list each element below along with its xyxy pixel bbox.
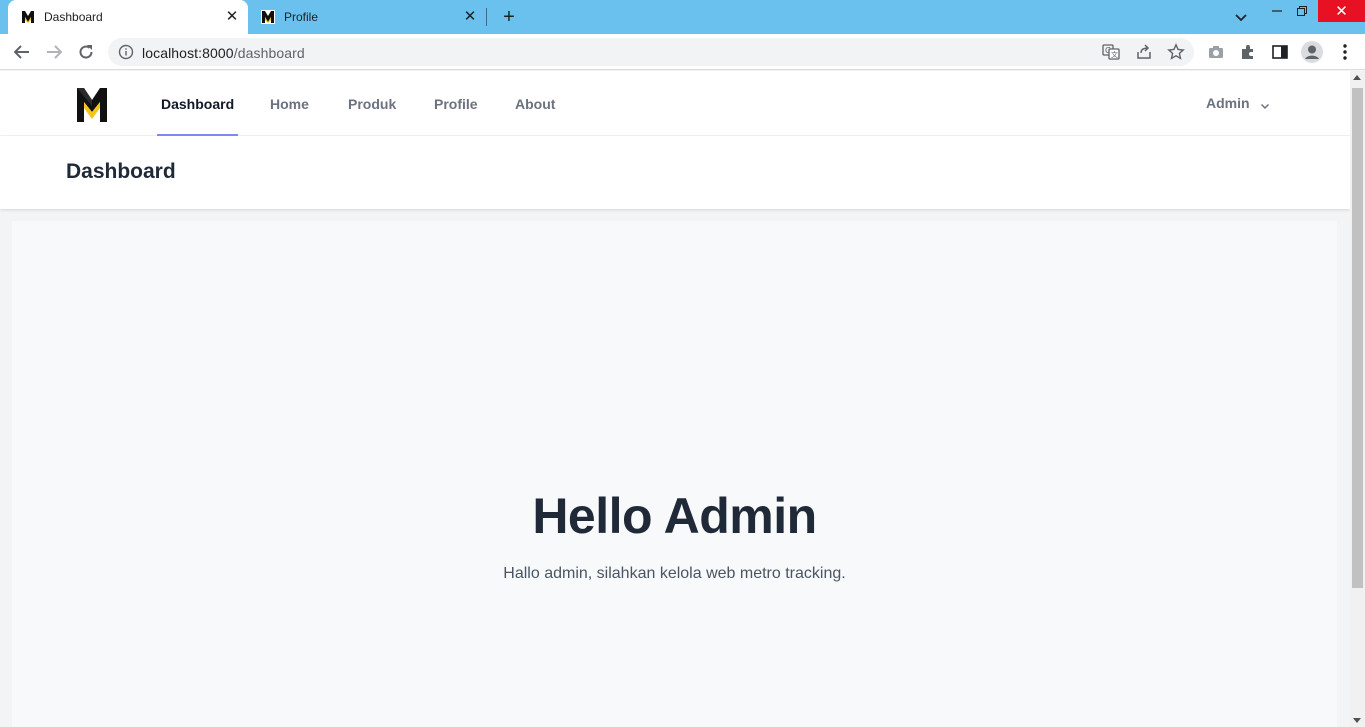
tab-profile[interactable]: Profile ✕	[248, 0, 486, 34]
close-tab-icon[interactable]: ✕	[224, 9, 240, 25]
user-dropdown[interactable]: Admin	[1206, 95, 1270, 111]
metro-favicon-icon	[260, 9, 276, 25]
nav-link-home[interactable]: Home	[270, 71, 309, 136]
site-info-icon[interactable]	[118, 44, 134, 60]
extensions-puzzle-icon[interactable]	[1238, 42, 1258, 62]
browser-tab-strip: Dashboard ✕ Profile ✕ + ✕	[0, 0, 1365, 34]
scrollbar-thumb[interactable]	[1352, 88, 1363, 588]
scroll-down-arrow-icon[interactable]	[1353, 718, 1361, 723]
top-navigation: Dashboard Home Produk Profile About Admi…	[0, 71, 1350, 136]
translate-icon[interactable]: G文	[1101, 42, 1121, 62]
tab-title: Dashboard	[44, 10, 103, 24]
side-panel-icon[interactable]	[1270, 42, 1290, 62]
tab-search-chevron-icon[interactable]	[1232, 8, 1250, 26]
back-arrow-icon[interactable]	[12, 42, 32, 62]
page-scrollbar[interactable]	[1350, 71, 1365, 727]
tab-separator	[486, 8, 487, 26]
bookmark-star-icon[interactable]	[1166, 42, 1186, 62]
chevron-down-icon	[1260, 98, 1270, 110]
address-bar[interactable]: localhost:8000/dashboard G文	[108, 38, 1194, 66]
profile-avatar-icon[interactable]	[1300, 40, 1324, 64]
metro-logo[interactable]	[76, 86, 108, 124]
camera-icon[interactable]	[1206, 42, 1226, 62]
window-close-icon[interactable]: ✕	[1318, 0, 1365, 22]
window-restore-icon[interactable]	[1282, 0, 1322, 22]
user-name: Admin	[1206, 95, 1250, 111]
forward-arrow-icon[interactable]	[44, 42, 64, 62]
nav-link-produk[interactable]: Produk	[348, 71, 396, 136]
metro-favicon-icon	[20, 9, 36, 25]
nav-link-dashboard[interactable]: Dashboard	[157, 71, 239, 136]
welcome-card: Hello Admin Hallo admin, silahkan kelola…	[12, 221, 1337, 727]
nav-link-profile[interactable]: Profile	[434, 71, 478, 136]
tab-title: Profile	[284, 10, 319, 24]
url-text: localhost:8000/dashboard	[142, 45, 305, 61]
page-viewport: Dashboard Home Produk Profile About Admi…	[0, 71, 1350, 727]
share-icon[interactable]	[1134, 42, 1154, 62]
page-header: Dashboard	[0, 136, 1350, 209]
reload-icon[interactable]	[76, 42, 96, 62]
browser-toolbar: localhost:8000/dashboard G文	[0, 34, 1365, 70]
close-tab-icon[interactable]: ✕	[462, 9, 478, 25]
more-menu-icon[interactable]	[1335, 42, 1355, 62]
tab-dashboard[interactable]: Dashboard ✕	[8, 0, 248, 34]
welcome-heading: Hello Admin	[532, 488, 817, 544]
url-path: /dashboard	[233, 45, 305, 61]
scroll-up-arrow-icon[interactable]	[1353, 75, 1361, 80]
svg-text:文: 文	[1111, 50, 1118, 59]
welcome-message: Hallo admin, silahkan kelola web metro t…	[503, 565, 846, 582]
page-title: Dashboard	[66, 160, 176, 183]
nav-link-about[interactable]: About	[515, 71, 555, 136]
new-tab-plus-icon[interactable]: +	[499, 7, 519, 27]
url-host: localhost:8000	[142, 45, 234, 61]
